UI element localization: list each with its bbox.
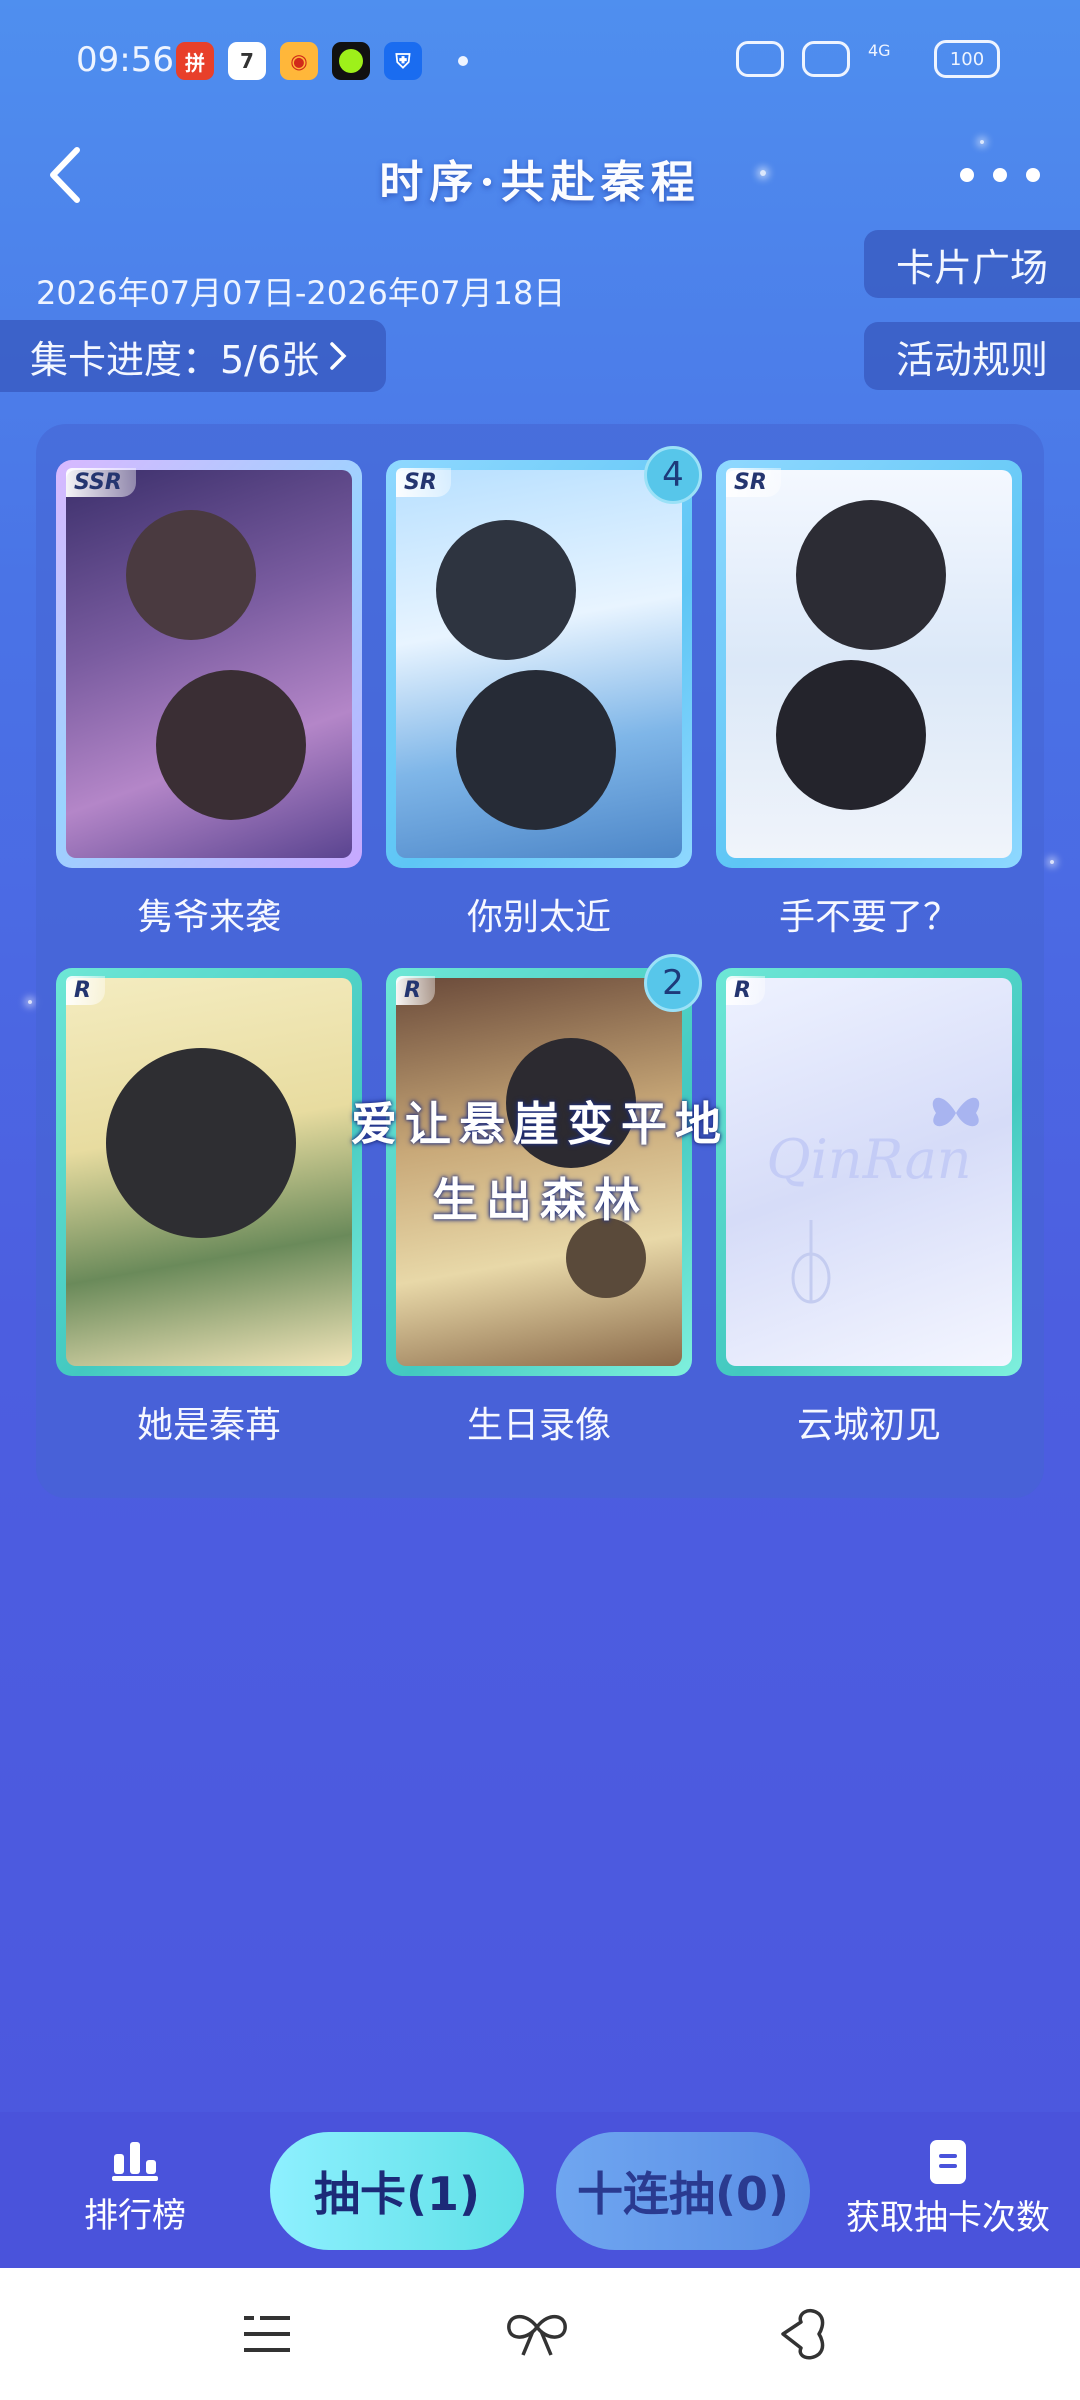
card-item[interactable]: SSR 隽爷来袭 — [56, 460, 362, 940]
card-artwork — [726, 470, 1012, 858]
status-indicators: 4G 100 — [736, 40, 1000, 78]
sparkle — [28, 1000, 32, 1004]
dot — [960, 168, 974, 182]
card-frame: SSR — [56, 460, 362, 868]
collection-progress-button[interactable]: 集卡进度：5/6张 — [0, 320, 386, 392]
ten-draw-button[interactable]: 十连抽(0) — [556, 2132, 810, 2250]
status-time: 09:56 — [76, 40, 174, 80]
chevron-right-icon — [330, 342, 347, 370]
system-navigation-bar — [0, 2268, 1080, 2400]
get-draws-button[interactable]: 获取抽卡次数 — [846, 2140, 1050, 2239]
rarity-badge: SR — [396, 468, 451, 497]
card-frame: SR — [716, 460, 1022, 868]
more-notifications-dot — [458, 56, 468, 66]
heart-back-icon — [781, 2309, 825, 2360]
weibo-icon: ◉ — [280, 42, 318, 80]
rarity-badge: SR — [726, 468, 781, 497]
card-count-badge: 2 — [644, 954, 702, 1012]
card-collection-panel: SSR 隽爷来袭 SR 4 你别太近 SR 手不要了？ R 她是秦苒 R 2 生… — [36, 424, 1044, 1498]
overlay-caption-line2: 生出森林 — [432, 1173, 648, 1227]
card-count-badge: 4 — [644, 446, 702, 504]
rarity-badge: R — [396, 976, 435, 1005]
character-illustration — [156, 670, 306, 820]
get-draws-label: 获取抽卡次数 — [846, 2198, 1050, 2238]
card-frame: SR 4 — [386, 446, 702, 868]
bow-icon — [507, 2315, 567, 2356]
rarity-badge: R — [726, 976, 765, 1005]
battery-icon: 100 — [934, 40, 1000, 78]
card-name: 生日录像 — [466, 1405, 611, 1446]
card-item[interactable]: SR 手不要了？ — [716, 460, 1022, 940]
dot — [1026, 168, 1040, 182]
pinduoduo-icon: 拼 — [176, 42, 214, 80]
event-date-range: 2026年07月07日-2026年07月18日 — [36, 274, 566, 312]
activity-rules-button[interactable]: 活动规则 — [864, 322, 1080, 390]
leaderboard-label: 排行榜 — [84, 2196, 186, 2236]
violin-icon — [791, 1220, 831, 1304]
network-icon — [802, 41, 850, 77]
sparkle — [980, 140, 984, 144]
character-illustration — [566, 1218, 646, 1298]
card-name: 隽爷来袭 — [136, 897, 281, 938]
card-artwork — [66, 470, 352, 858]
overlay-caption-line1: 爱让悬崖变平地 — [351, 1097, 729, 1151]
rarity-badge: SSR — [66, 468, 136, 497]
card-name: 云城初见 — [796, 1405, 941, 1446]
rarity-badge: R — [66, 976, 105, 1005]
green-circle-app-icon — [332, 42, 370, 80]
status-bar: 09:56 拼 7 ◉ ⛨ 4G 100 — [0, 0, 1080, 120]
character-illustration — [796, 500, 946, 650]
character-illustration — [776, 660, 926, 810]
card-name: 她是秦苒 — [136, 1405, 281, 1446]
card-item[interactable]: SR 4 你别太近 — [386, 446, 702, 940]
back-nav-button[interactable] — [768, 2302, 838, 2366]
draw-card-button[interactable]: 抽卡(1) — [270, 2132, 524, 2250]
menu-nav-button[interactable] — [232, 2302, 302, 2366]
page-title: 时序·共赴秦程 — [379, 157, 701, 208]
collection-progress-label: 集卡进度：5/6张 — [30, 337, 320, 382]
character-illustration — [436, 520, 576, 660]
status-app-icons: 拼 7 ◉ ⛨ — [176, 42, 468, 80]
leaderboard-icon — [112, 2142, 158, 2181]
character-illustration — [126, 510, 256, 640]
signal-4g-icon: 4G — [868, 41, 891, 60]
network-icon — [736, 41, 784, 77]
action-bar: 排行榜 抽卡(1) 十连抽(0) 获取抽卡次数 — [0, 2112, 1080, 2268]
character-illustration — [456, 670, 616, 830]
calendar-icon: 7 — [228, 42, 266, 80]
card-artwork — [396, 470, 682, 858]
sparkle — [1050, 860, 1054, 864]
more-options-button[interactable] — [960, 150, 1040, 200]
menu-list-icon — [244, 2316, 290, 2352]
card-name: 手不要了？ — [778, 897, 959, 938]
document-icon — [930, 2140, 966, 2184]
card-plaza-button[interactable]: 卡片广场 — [864, 230, 1080, 298]
leaderboard-button[interactable]: 排行榜 — [84, 2140, 186, 2237]
home-nav-button[interactable] — [502, 2302, 572, 2366]
shield-app-icon: ⛨ — [384, 42, 422, 80]
dot — [993, 168, 1007, 182]
card-name: 你别太近 — [466, 897, 611, 938]
